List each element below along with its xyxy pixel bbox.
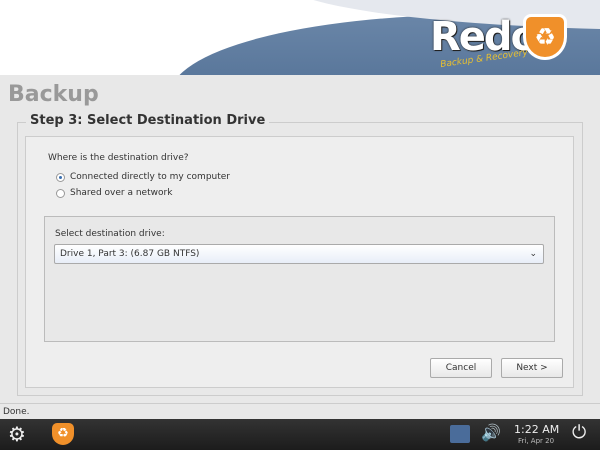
drive-select-label: Select destination drive: xyxy=(55,229,165,239)
status-bar: Done. xyxy=(0,403,600,419)
destination-question: Where is the destination drive? xyxy=(48,153,189,163)
header-banner: Redo Backup & Recovery ♻ xyxy=(0,0,600,75)
power-icon[interactable]: ⏻ xyxy=(572,422,586,443)
radio-connected-directly[interactable]: Connected directly to my computer xyxy=(56,172,230,182)
cancel-button[interactable]: Cancel xyxy=(430,358,492,378)
clock-date: Fri, Apr 20 xyxy=(518,437,555,445)
radio-button[interactable] xyxy=(56,188,65,198)
network-icon[interactable] xyxy=(450,425,470,443)
clock-time[interactable]: 1:22 AM xyxy=(514,423,559,436)
radio-label: Shared over a network xyxy=(70,188,173,198)
next-button[interactable]: Next > xyxy=(501,358,563,378)
radio-button-selected[interactable] xyxy=(56,172,65,182)
step-title: Step 3: Select Destination Drive xyxy=(26,113,270,128)
gear-icon[interactable]: ⚙ xyxy=(8,422,26,446)
recycle-logo-icon: ♻ xyxy=(523,14,567,60)
volume-icon[interactable]: 🔊 xyxy=(481,423,501,442)
drive-select-value: Drive 1, Part 3: (6.87 GB NTFS) xyxy=(60,249,200,259)
radio-shared-network[interactable]: Shared over a network xyxy=(56,188,172,198)
page-title: Backup xyxy=(8,82,99,107)
taskbar: ⚙ ♻ 🔊 1:22 AM Fri, Apr 20 ⏻ xyxy=(0,419,600,450)
drive-select[interactable]: Drive 1, Part 3: (6.87 GB NTFS) ⌄ xyxy=(54,244,544,264)
redo-app-icon[interactable]: ♻ xyxy=(52,423,74,445)
chevron-down-icon: ⌄ xyxy=(529,249,537,259)
radio-label: Connected directly to my computer xyxy=(70,172,230,182)
